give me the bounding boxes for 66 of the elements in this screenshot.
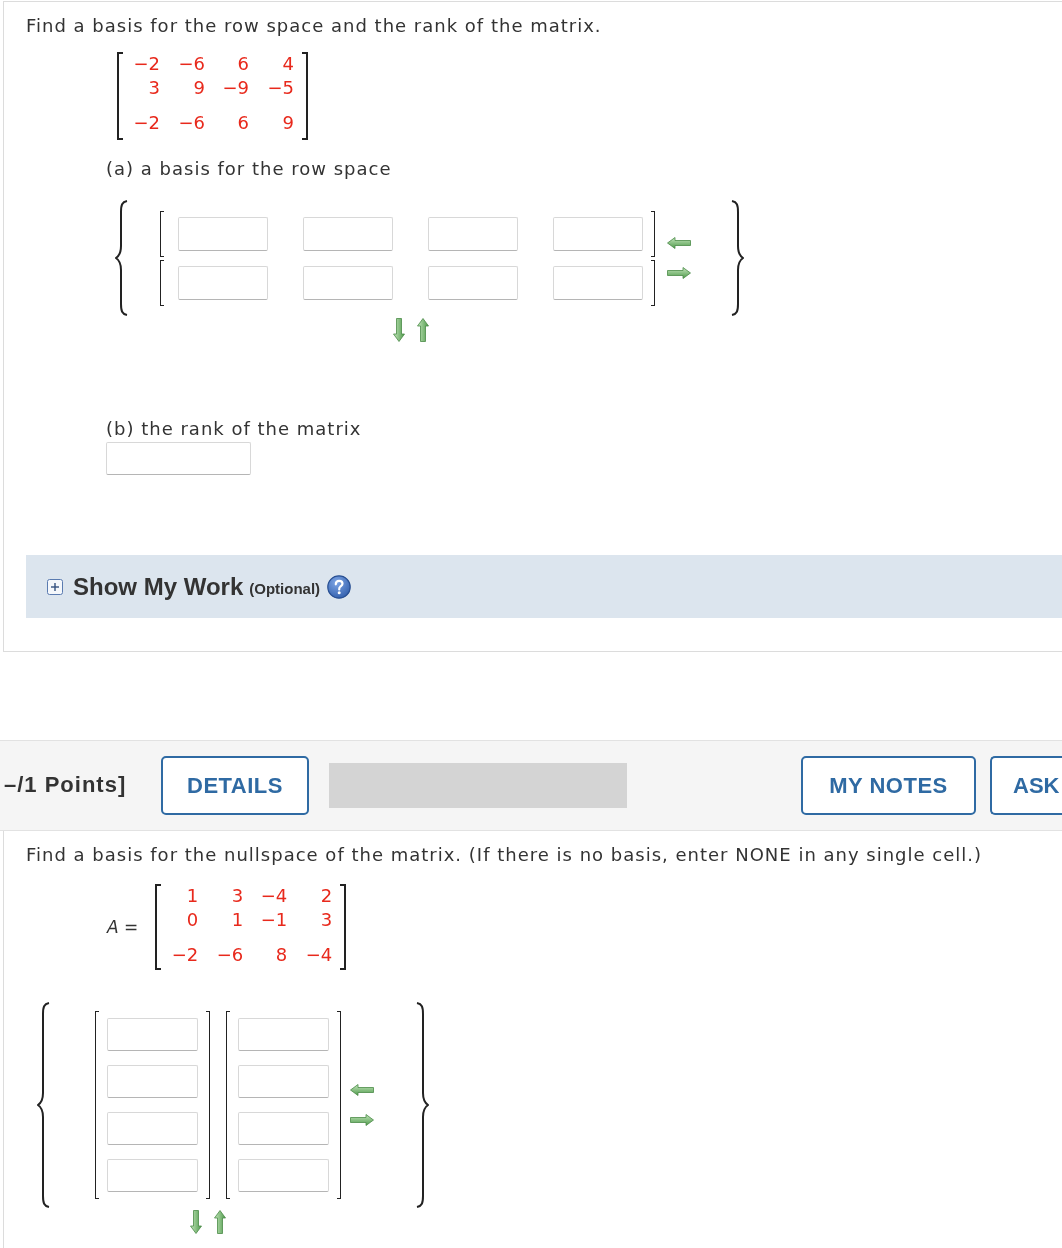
answer-field[interactable] [107,1018,198,1051]
help-icon[interactable] [327,574,352,599]
answer-field[interactable] [178,265,268,300]
show-my-work-toggle[interactable]: Show My Work [73,572,244,601]
matrix-entry: 8 [275,943,288,967]
ask-button[interactable]: ASK [990,756,1062,815]
matrix-entry: 6 [237,111,249,135]
right-arrow-icon[interactable] [350,1114,374,1126]
right-bracket [651,259,655,306]
question-text: Find a basis for the nullspace of the matrix. (If there is no basis, enter NONE in any single cell.) [26,843,983,867]
matrix-entry: −2 [171,943,199,967]
expand-icon[interactable] [47,578,63,595]
down-arrow-icon[interactable] [190,1210,202,1234]
left-bracket [160,210,164,257]
answer-field[interactable] [107,1065,198,1098]
right-arrow-icon[interactable] [667,267,691,279]
matrix-entry: 9 [282,111,294,135]
matrix-entry: 1 [231,908,244,932]
answer-field[interactable] [238,1112,329,1145]
optional-note: (Optional) [249,580,321,598]
up-arrow-icon[interactable] [214,1210,226,1234]
matrix-entry: −9 [222,76,249,100]
matrix-entry: 9 [193,76,205,100]
answer-field[interactable] [303,216,393,251]
answer-field[interactable] [238,1065,329,1098]
matrix-entry: 4 [282,52,294,76]
left-arrow-icon[interactable] [350,1084,374,1096]
answer-field[interactable] [107,1159,198,1192]
down-arrow-icon[interactable] [393,318,405,342]
answer-field[interactable] [178,216,268,251]
matrix-entry: −4 [305,943,333,967]
answer-field[interactable] [106,442,251,475]
answer-field[interactable] [303,265,393,300]
question-text: Find a basis for the row space and the rank of the matrix. [26,14,602,38]
matrix-entry: 1 [186,884,199,908]
matrix-entry: −1 [260,908,288,932]
answer-field[interactable] [238,1159,329,1192]
answer-field[interactable] [107,1112,198,1145]
left-arrow-icon[interactable] [667,237,691,249]
answer-field[interactable] [238,1018,329,1051]
points-label: –/1 Points] [4,772,127,797]
right-bracket [651,210,655,257]
matrix-entry: −2 [133,52,160,76]
matrix-entry: −6 [178,52,205,76]
up-arrow-icon[interactable] [417,318,429,342]
details-button[interactable]: DETAILS [161,756,309,815]
left-bracket [160,259,164,306]
matrix-entry: −6 [178,111,205,135]
matrix-label: A = [107,916,139,939]
matrix-entry: −5 [267,76,294,100]
matrix-entry: −4 [260,884,288,908]
matrix-entry: −2 [133,111,160,135]
part-label: (a) a basis for the row space [106,157,392,181]
matrix-entry: 2 [320,884,333,908]
part-label: (b) the rank of the matrix [106,417,362,441]
answer-field[interactable] [553,265,643,300]
matrix-entry: 6 [237,52,249,76]
notes-button[interactable]: MY NOTES [801,756,976,815]
answer-field[interactable] [553,216,643,251]
matrix-entry: 3 [148,76,160,100]
answer-field[interactable] [428,216,518,251]
answer-field[interactable] [428,265,518,300]
matrix-entry: −6 [216,943,244,967]
matrix-entry: 3 [231,884,244,908]
matrix-entry: 0 [186,908,199,932]
matrix-entry: 3 [320,908,333,932]
